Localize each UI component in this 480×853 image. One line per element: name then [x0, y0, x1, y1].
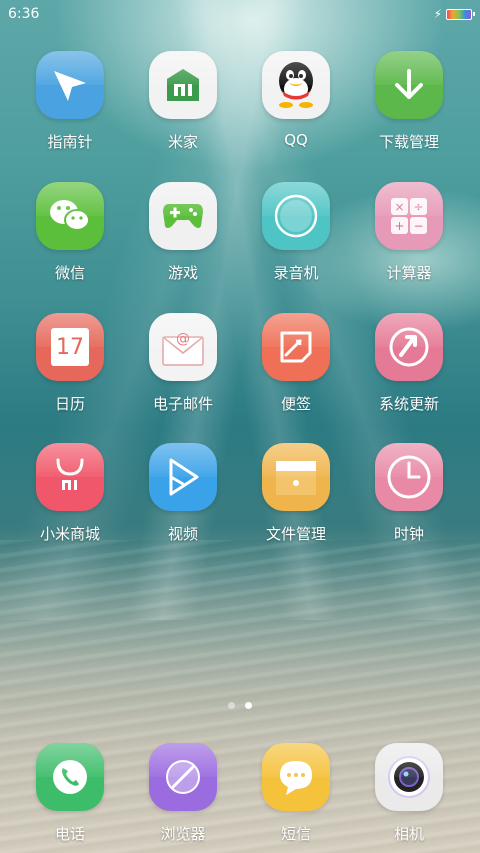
app-label: 游戏 — [167, 264, 198, 282]
email-envelope-icon: @ — [149, 313, 217, 381]
app-label: 电子邮件 — [152, 395, 213, 413]
download-arrow-icon — [375, 51, 443, 119]
page-dot[interactable] — [228, 702, 235, 709]
app-label: 微信 — [54, 264, 85, 282]
app-label: 电话 — [54, 825, 85, 843]
qq-penguin-icon — [262, 51, 330, 119]
app-mijia[interactable]: 米家 — [127, 51, 239, 152]
app-email[interactable]: @ 电子邮件 — [127, 313, 239, 414]
app-system-update[interactable]: 系统更新 — [353, 313, 465, 414]
app-label: 日历 — [54, 395, 85, 413]
dock-phone[interactable]: 电话 — [14, 743, 126, 844]
status-bar: 6:36 ⚡ — [0, 0, 480, 28]
app-recorder[interactable]: 录音机 — [240, 182, 352, 283]
camera-lens-icon — [375, 743, 443, 811]
app-label: 计算器 — [386, 264, 432, 282]
app-clock[interactable]: 时钟 — [353, 443, 465, 544]
mi-store-bag-icon — [36, 443, 104, 511]
app-download-manager[interactable]: 下载管理 — [353, 51, 465, 152]
app-label: 小米商城 — [39, 525, 100, 543]
clock-icon — [375, 443, 443, 511]
dock-messages[interactable]: 短信 — [240, 743, 352, 844]
browser-icon — [149, 743, 217, 811]
dock-camera[interactable]: 相机 — [353, 743, 465, 844]
app-label: 系统更新 — [378, 395, 439, 413]
app-label: 视频 — [167, 525, 198, 543]
app-qq[interactable]: QQ — [240, 51, 352, 149]
app-label: 指南针 — [47, 133, 93, 151]
file-manager-icon — [262, 443, 330, 511]
app-label: 录音机 — [273, 264, 319, 282]
app-label: 相机 — [393, 825, 424, 843]
app-file-manager[interactable]: 文件管理 — [240, 443, 352, 544]
calculator-icon: × ÷ + − — [375, 182, 443, 250]
app-label: 米家 — [167, 133, 198, 151]
notes-icon — [262, 313, 330, 381]
wechat-icon — [36, 182, 104, 250]
app-calendar[interactable]: 17 日历 — [14, 313, 126, 414]
calendar-icon: 17 — [36, 313, 104, 381]
app-label: 浏览器 — [160, 825, 206, 843]
recorder-icon — [262, 182, 330, 250]
compass-icon — [36, 51, 104, 119]
app-label: QQ — [284, 131, 308, 149]
charging-icon: ⚡ — [433, 7, 442, 21]
app-label: 便签 — [280, 395, 311, 413]
dock-browser[interactable]: 浏览器 — [127, 743, 239, 844]
app-calculator[interactable]: × ÷ + − 计算器 — [353, 182, 465, 283]
battery-icon — [446, 8, 475, 20]
app-games[interactable]: 游戏 — [127, 182, 239, 283]
video-play-icon — [149, 443, 217, 511]
page-indicator[interactable] — [0, 702, 480, 709]
app-label: 短信 — [280, 825, 311, 843]
svg-text:×: × — [394, 200, 404, 214]
status-time: 6:36 — [8, 6, 40, 22]
svg-text:@: @ — [176, 331, 190, 347]
message-bubble-icon — [262, 743, 330, 811]
app-video[interactable]: 视频 — [127, 443, 239, 544]
calendar-day: 17 — [56, 334, 84, 360]
svg-text:÷: ÷ — [413, 200, 423, 214]
app-label: 时钟 — [393, 525, 424, 543]
phone-icon — [36, 743, 104, 811]
mijia-icon — [149, 51, 217, 119]
app-wechat[interactable]: 微信 — [14, 182, 126, 283]
calendar-page: 17 — [51, 328, 89, 366]
app-mi-store[interactable]: 小米商城 — [14, 443, 126, 544]
app-label: 下载管理 — [378, 133, 439, 151]
gamepad-icon — [149, 182, 217, 250]
app-notes[interactable]: 便签 — [240, 313, 352, 414]
svg-text:−: − — [413, 219, 423, 233]
svg-text:+: + — [394, 219, 404, 233]
home-screen: 6:36 ⚡ 指南针 米家 QQ 下载管理 微信 游戏 录音机 × ÷ + − … — [0, 0, 480, 853]
app-compass[interactable]: 指南针 — [14, 51, 126, 152]
status-icons: ⚡ — [433, 7, 475, 21]
page-dot-active[interactable] — [245, 702, 252, 709]
app-label: 文件管理 — [265, 525, 326, 543]
system-update-icon — [375, 313, 443, 381]
